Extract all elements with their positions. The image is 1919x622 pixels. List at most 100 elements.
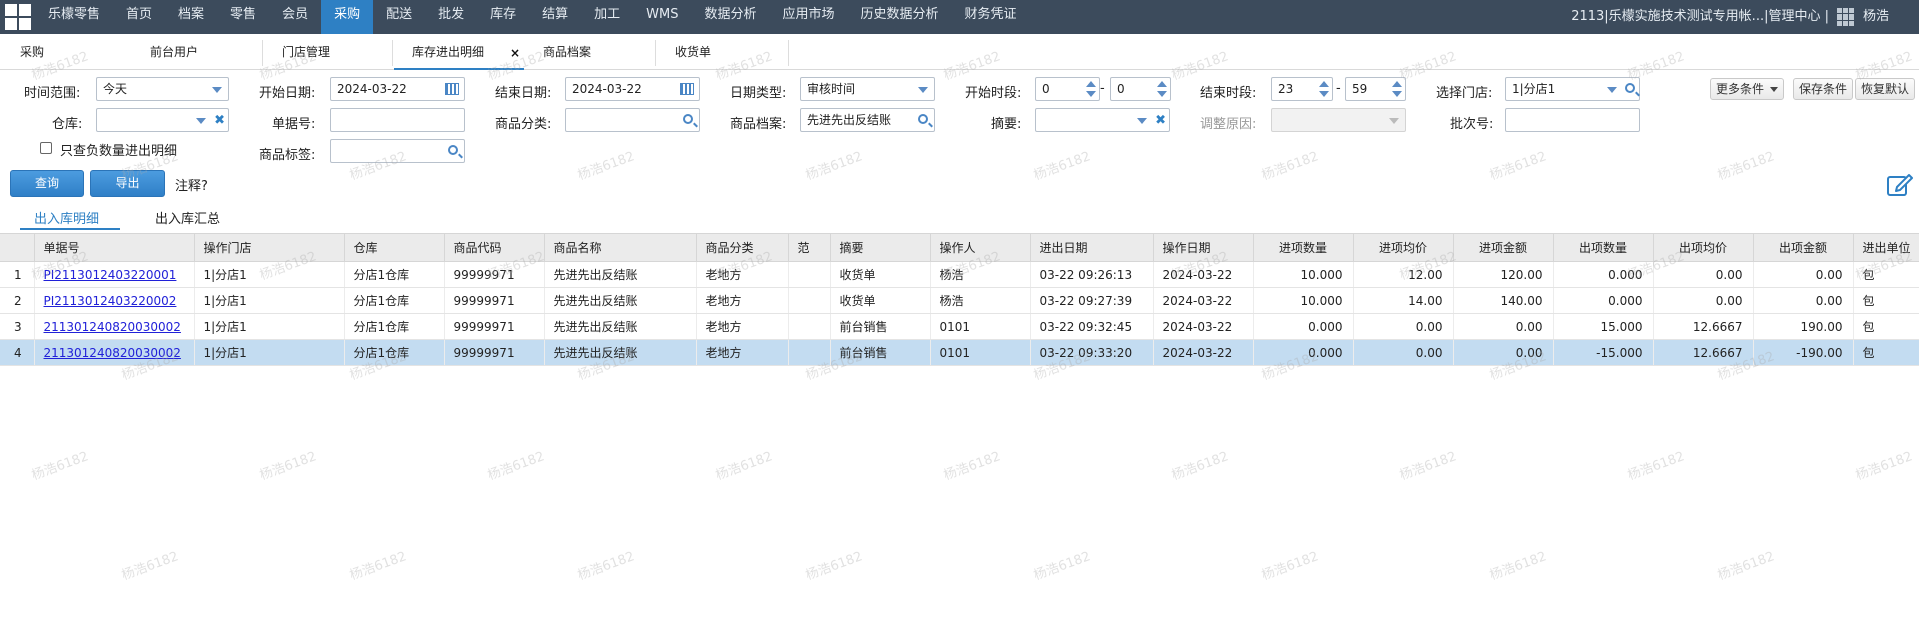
column-header[interactable]: 商品名称 xyxy=(544,233,697,262)
search-icon[interactable] xyxy=(918,114,928,124)
clear-icon[interactable]: ✖ xyxy=(214,110,225,132)
search-icon[interactable] xyxy=(1625,83,1635,93)
column-header[interactable]: 出项数量 xyxy=(1553,233,1654,262)
date-type-select[interactable]: 审核时间 xyxy=(800,77,935,101)
query-button[interactable]: 查询 xyxy=(10,170,84,197)
nav-item-wholesale[interactable]: 批发 xyxy=(425,0,477,34)
start-minute-stepper[interactable]: 0 xyxy=(1110,77,1171,101)
column-header[interactable]: 出项均价 xyxy=(1653,233,1754,262)
doc-number-link[interactable]: 211301240820030002 xyxy=(44,346,181,360)
column-header[interactable]: 操作人 xyxy=(930,233,1031,262)
calendar-icon[interactable] xyxy=(445,83,459,95)
start-date-input[interactable]: 2024-03-22 xyxy=(330,77,465,101)
tag-input[interactable] xyxy=(330,139,465,163)
doc-number-link[interactable]: PI2113012403220001 xyxy=(44,268,177,282)
column-header[interactable]: 出项金额 xyxy=(1753,233,1854,262)
column-header[interactable]: 范 xyxy=(788,233,831,262)
product-input[interactable]: 先进先出反结账 xyxy=(800,108,935,132)
column-header[interactable]: 进项均价 xyxy=(1353,233,1454,262)
tab-bar: 采购 前台用户 门店管理 库存进出明细 × 商品档案 收货单 xyxy=(0,36,1919,70)
category-input[interactable] xyxy=(565,108,700,132)
spinner-arrows-icon[interactable] xyxy=(1319,80,1329,98)
nav-item-settlement[interactable]: 结算 xyxy=(529,0,581,34)
end-minute-stepper[interactable]: 59 xyxy=(1345,77,1406,101)
start-date-value: 2024-03-22 xyxy=(337,82,407,96)
table-row[interactable]: 3 211301240820030002 1|分店1 分店1仓库 99999971 先进先… xyxy=(0,313,1919,340)
column-header[interactable]: 摘要 xyxy=(830,233,931,262)
nav-item-retail[interactable]: 零售 xyxy=(217,0,269,34)
nav-item-brand[interactable]: 乐檬零售 xyxy=(36,0,113,34)
subtab-detail[interactable]: 出入库明细 xyxy=(34,208,99,227)
column-header[interactable]: 商品分类 xyxy=(696,233,789,262)
nav-item-data-analysis[interactable]: 数据分析 xyxy=(692,0,770,34)
search-icon[interactable] xyxy=(683,114,693,124)
nav-item-member[interactable]: 会员 xyxy=(269,0,321,34)
user-name[interactable]: 杨浩 xyxy=(1863,1,1889,33)
nav-item-archive[interactable]: 档案 xyxy=(165,0,217,34)
table-cell: 0.00 xyxy=(1653,287,1754,314)
nav-item-distribution[interactable]: 配送 xyxy=(373,0,425,34)
subtab-summary[interactable]: 出入库汇总 xyxy=(155,208,220,227)
negative-only-checkbox[interactable] xyxy=(40,142,52,154)
time-range-select[interactable]: 今天 xyxy=(96,77,229,101)
tab-close-icon[interactable]: × xyxy=(510,46,520,60)
end-date-input[interactable]: 2024-03-22 xyxy=(565,77,700,101)
column-header[interactable]: 操作门店 xyxy=(194,233,345,262)
batch-input[interactable] xyxy=(1505,108,1640,132)
table-cell: 211301240820030002 xyxy=(34,313,195,340)
watermark-text: 杨浩6182 xyxy=(1031,549,1093,584)
start-hour-stepper[interactable]: 0 xyxy=(1035,77,1100,101)
export-button[interactable]: 导出 xyxy=(90,170,165,197)
nav-item-finance-voucher[interactable]: 财务凭证 xyxy=(952,0,1030,34)
tab-product-archive[interactable]: 商品档案 xyxy=(543,36,591,70)
table-row[interactable]: 4 211301240820030002 1|分店1 分店1仓库 99999971 先进先… xyxy=(0,339,1919,366)
table-cell: 老地方 xyxy=(696,339,789,366)
clear-icon[interactable]: ✖ xyxy=(1155,110,1166,132)
nav-item-processing[interactable]: 加工 xyxy=(581,0,633,34)
column-header[interactable]: 仓库 xyxy=(344,233,445,262)
doc-number-link[interactable]: PI2113012403220002 xyxy=(44,294,177,308)
restore-default-button[interactable]: 恢复默认 xyxy=(1855,78,1916,100)
nav-item-wms[interactable]: WMS xyxy=(633,0,691,34)
start-date-label: 开始日期: xyxy=(259,86,316,101)
doc-number-link[interactable]: 211301240820030002 xyxy=(44,320,181,334)
nav-item-purchase[interactable]: 采购 xyxy=(321,0,374,34)
column-header[interactable]: 进出单位 xyxy=(1853,233,1919,262)
spinner-arrows-icon[interactable] xyxy=(1392,80,1402,98)
doc-no-input[interactable] xyxy=(330,108,465,132)
spinner-arrows-icon[interactable] xyxy=(1086,80,1096,98)
tab-inventory-detail[interactable]: 库存进出明细 xyxy=(394,36,524,70)
store-select[interactable]: 1|分店1 xyxy=(1505,77,1640,101)
account-info[interactable]: 2113|乐檬实施技术测试专用帐...|管理中心 | xyxy=(1571,1,1829,33)
tab-purchase[interactable]: 采购 xyxy=(20,36,44,70)
column-header[interactable]: 操作日期 xyxy=(1153,233,1254,262)
warehouse-select[interactable]: ✖ xyxy=(96,108,229,132)
search-icon[interactable] xyxy=(448,145,458,155)
column-header[interactable]: 单据号 xyxy=(34,233,195,262)
nav-item-inventory[interactable]: 库存 xyxy=(477,0,529,34)
calendar-icon[interactable] xyxy=(680,83,694,95)
apps-grid-icon[interactable] xyxy=(1836,8,1855,26)
more-conditions-button[interactable]: 更多条件 xyxy=(1710,78,1785,100)
tab-receipt[interactable]: 收货单 xyxy=(675,36,711,70)
column-header[interactable]: 进项数量 xyxy=(1253,233,1354,262)
edit-icon[interactable] xyxy=(1886,172,1914,198)
tab-store-management[interactable]: 门店管理 xyxy=(282,36,330,70)
end-hour-stepper[interactable]: 23 xyxy=(1271,77,1333,101)
app-grid-logo-icon[interactable] xyxy=(0,0,36,34)
table-row[interactable]: 2 PI2113012403220002 1|分店1 分店1仓库 99999971 先进先… xyxy=(0,287,1919,314)
nav-item-app-market[interactable]: 应用市场 xyxy=(770,0,848,34)
column-header[interactable]: 商品代码 xyxy=(444,233,545,262)
save-conditions-button[interactable]: 保存条件 xyxy=(1793,78,1854,100)
column-header[interactable]: 进项金额 xyxy=(1453,233,1554,262)
nav-item-history-analysis[interactable]: 历史数据分析 xyxy=(848,0,952,34)
table-row[interactable]: 1 PI2113012403220001 1|分店1 分店1仓库 99999971 先进先… xyxy=(0,261,1919,288)
tab-front-users[interactable]: 前台用户 xyxy=(150,36,198,70)
column-header[interactable]: 进出日期 xyxy=(1030,233,1154,262)
note-link[interactable]: 注释? xyxy=(175,175,208,194)
spinner-arrows-icon[interactable] xyxy=(1157,80,1167,98)
summary-select[interactable]: ✖ xyxy=(1035,108,1170,132)
table-cell: 0.00 xyxy=(1353,313,1454,340)
table-cell xyxy=(788,339,831,366)
nav-item-home[interactable]: 首页 xyxy=(113,0,165,34)
